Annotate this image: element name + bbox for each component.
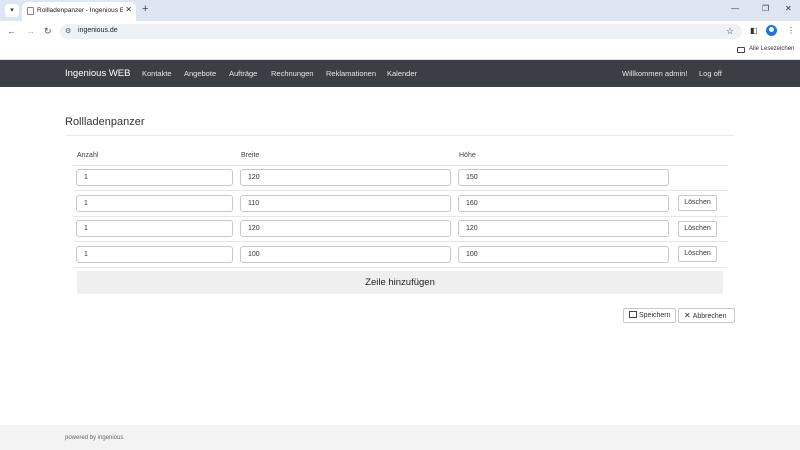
cancel-label: Abbrechen <box>692 313 727 320</box>
folder-icon <box>737 47 745 53</box>
breite-input[interactable] <box>240 195 451 212</box>
profile-icon[interactable] <box>766 25 777 36</box>
breite-input[interactable] <box>240 246 451 263</box>
save-label: Speichern <box>639 312 671 319</box>
chevron-down-icon[interactable]: ▾ <box>5 4 19 17</box>
hoehe-input[interactable] <box>458 220 669 237</box>
column-header-anzahl: Anzahl <box>77 152 99 159</box>
hoehe-input[interactable] <box>458 246 669 263</box>
side-panel-icon[interactable]: ◧ <box>750 26 758 35</box>
nav-item-auftraege[interactable]: Aufträge <box>229 69 257 78</box>
column-header-breite: Breite <box>241 152 260 159</box>
anzahl-input[interactable] <box>76 220 233 237</box>
page-title: Rollladenpanzer <box>65 116 145 128</box>
url-text: ingenious.de <box>78 27 118 34</box>
restore-icon[interactable]: ❐ <box>762 4 769 13</box>
kebab-menu-icon[interactable]: ⋮ <box>787 26 795 35</box>
delete-button[interactable]: Löschen <box>678 246 717 262</box>
divider <box>73 216 728 217</box>
window-close-icon[interactable]: ✕ <box>785 4 792 13</box>
tune-icon[interactable]: ⚙ <box>65 27 71 35</box>
minimize-icon[interactable]: — <box>731 4 739 13</box>
divider <box>73 267 728 268</box>
browser-toolbar: ← → ↻ ⚙ ingenious.de ☆ ◧ ⋮ <box>0 21 800 42</box>
tab-title: Rollladenpanzer - Ingenious Er <box>37 7 123 14</box>
close-icon: ✕ <box>684 311 691 320</box>
bookmarks-bar: Alle Lesezeichen <box>0 42 800 60</box>
footer-text: powered by ingenious <box>65 435 124 441</box>
delete-button[interactable]: Löschen <box>678 195 717 211</box>
page-icon <box>27 7 34 15</box>
column-header-hoehe: Höhe <box>459 152 476 159</box>
delete-button[interactable]: Löschen <box>678 221 717 237</box>
divider <box>65 135 735 136</box>
footer: powered by ingenious <box>0 425 800 450</box>
floppy-disk-icon <box>629 311 637 318</box>
anzahl-input[interactable] <box>76 195 233 212</box>
hoehe-input[interactable] <box>458 169 669 186</box>
breite-input[interactable] <box>240 220 451 237</box>
anzahl-input[interactable] <box>76 169 233 186</box>
arrow-right-icon[interactable]: → <box>26 26 35 36</box>
divider <box>73 165 728 166</box>
cancel-button[interactable]: ✕ Abbrechen <box>678 308 735 323</box>
star-icon[interactable]: ☆ <box>726 26 734 37</box>
divider <box>73 241 728 242</box>
address-bar[interactable]: ⚙ ingenious.de ☆ <box>60 24 742 39</box>
brand-link[interactable]: Ingenious WEB <box>65 68 130 79</box>
logoff-link[interactable]: Log off <box>699 69 722 78</box>
close-icon[interactable]: ✕ <box>125 5 132 14</box>
breite-input[interactable] <box>240 169 451 186</box>
reload-icon[interactable]: ↻ <box>44 26 52 37</box>
anzahl-input[interactable] <box>76 246 233 263</box>
nav-item-reklamationen[interactable]: Reklamationen <box>326 69 376 78</box>
browser-tab[interactable]: Rollladenpanzer - Ingenious Er ✕ <box>22 2 136 21</box>
all-bookmarks-link[interactable]: Alle Lesezeichen <box>749 46 794 52</box>
arrow-left-icon[interactable]: ← <box>7 26 16 36</box>
plus-icon[interactable]: + <box>142 3 148 15</box>
add-row-button[interactable]: Zeile hinzufügen <box>77 271 723 294</box>
hoehe-input[interactable] <box>458 195 669 212</box>
welcome-link[interactable]: Willkommen admin! <box>622 69 687 78</box>
nav-item-rechnungen[interactable]: Rechnungen <box>271 69 314 78</box>
divider <box>73 190 728 191</box>
nav-item-angebote[interactable]: Angebote <box>184 69 216 78</box>
app-navbar: Ingenious WEB Kontakte Angebote Aufträge… <box>0 60 800 87</box>
nav-item-kontakte[interactable]: Kontakte <box>142 69 172 78</box>
nav-item-kalender[interactable]: Kalender <box>387 69 417 78</box>
save-button[interactable]: Speichern <box>623 308 676 323</box>
browser-tabstrip: ▾ Rollladenpanzer - Ingenious Er ✕ + — ❐… <box>0 0 800 21</box>
